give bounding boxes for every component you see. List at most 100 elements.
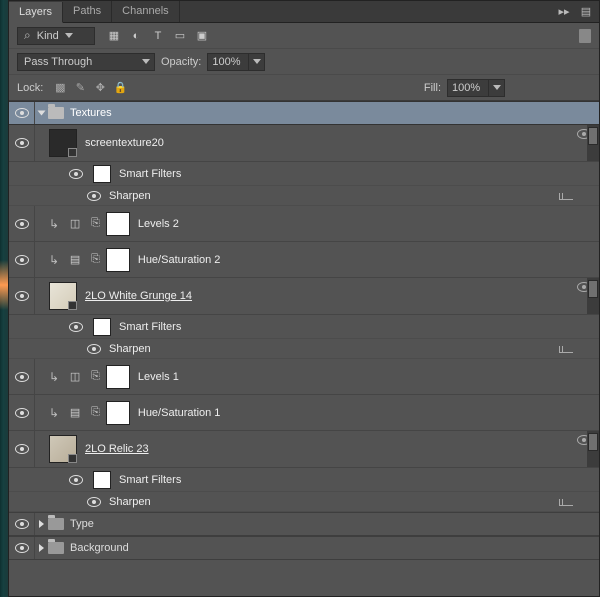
fill-label: Fill: (424, 82, 441, 94)
smart-filters-label: Smart Filters (119, 168, 181, 180)
clip-icon: ↳ (49, 370, 59, 384)
visibility-toggle[interactable] (69, 169, 83, 179)
visibility-toggle[interactable] (9, 278, 35, 314)
lock-label: Lock: (17, 82, 43, 94)
visibility-toggle[interactable] (9, 242, 35, 278)
visibility-toggle[interactable] (87, 191, 101, 201)
tab-layers[interactable]: Layers (9, 2, 63, 23)
layer-levels-2[interactable]: ↳ ◫ ⎘ Levels 2 (9, 206, 599, 242)
filter-shape-icon[interactable]: ▭ (173, 29, 187, 43)
group-textures[interactable]: Textures (9, 101, 599, 125)
lock-all-icon[interactable]: 🔒 (113, 81, 127, 95)
group-type[interactable]: Type (9, 512, 599, 536)
levels-icon: ◫ (65, 367, 85, 387)
disclosure-icon[interactable] (39, 520, 44, 528)
fill-input[interactable]: 100% (447, 79, 505, 97)
layer-name[interactable]: Hue/Saturation 2 (138, 254, 221, 266)
filter-type-icon[interactable]: T (151, 29, 165, 43)
layer-hue-saturation-1[interactable]: ↳ ▤ ⎘ Hue/Saturation 1 (9, 395, 599, 431)
group-background[interactable]: Background (9, 536, 599, 560)
filter-kind-dropdown[interactable]: Kind (17, 27, 95, 45)
lock-row: Lock: ▩ ✎ ✥ 🔒 Fill: 100% (9, 75, 599, 101)
visibility-toggle[interactable] (9, 102, 35, 124)
visibility-toggle[interactable] (9, 359, 35, 395)
layer-screentexture20[interactable]: screentexture20 (9, 125, 599, 162)
layer-hue-saturation-2[interactable]: ↳ ▤ ⎘ Hue/Saturation 2 (9, 242, 599, 278)
folder-icon (48, 107, 64, 119)
layer-name[interactable]: 2LO Relic 23 (85, 443, 149, 455)
smart-filters-row[interactable]: Smart Filters (9, 468, 599, 492)
layer-name[interactable]: Levels 1 (138, 371, 179, 383)
link-icon[interactable]: ⎘ (91, 370, 100, 383)
filter-sharpen[interactable]: Sharpen (9, 339, 599, 359)
filter-sharpen[interactable]: Sharpen (9, 186, 599, 206)
smart-filters-row[interactable]: Smart Filters (9, 315, 599, 339)
filter-pixel-icon[interactable]: ▦ (107, 29, 121, 43)
lock-position-icon[interactable]: ✥ (93, 81, 107, 95)
tab-channels[interactable]: Channels (112, 1, 179, 22)
group-name: Background (70, 542, 129, 554)
visibility-toggle[interactable] (9, 395, 35, 431)
group-name: Type (70, 518, 94, 530)
link-icon[interactable]: ⎘ (91, 217, 100, 230)
visibility-toggle[interactable] (69, 475, 83, 485)
filter-adjust-icon[interactable]: ◐ (129, 29, 143, 43)
scrollbar[interactable] (587, 125, 599, 161)
collapse-icon[interactable]: ▸▸ (557, 5, 571, 19)
opacity-input[interactable]: 100% (207, 53, 265, 71)
visibility-toggle[interactable] (9, 513, 35, 535)
layer-relic-23[interactable]: 2LO Relic 23 (9, 431, 599, 468)
tab-paths[interactable]: Paths (63, 1, 112, 22)
filter-name: Sharpen (109, 496, 151, 508)
scrollbar[interactable] (587, 278, 599, 314)
group-name: Textures (70, 107, 112, 119)
blend-mode-dropdown[interactable]: Pass Through (17, 53, 155, 71)
scrollbar[interactable] (587, 431, 599, 467)
mask-thumbnail[interactable] (106, 365, 130, 389)
mask-thumbnail[interactable] (106, 248, 130, 272)
visibility-toggle[interactable] (9, 206, 35, 242)
filter-smart-icon[interactable]: ▣ (195, 29, 209, 43)
panel-menu-icon[interactable]: ▤ (579, 5, 593, 19)
layer-thumbnail[interactable] (49, 282, 77, 310)
filter-mask-thumbnail[interactable] (93, 318, 111, 336)
clip-icon: ↳ (49, 253, 59, 267)
blend-options-icon[interactable] (559, 345, 573, 353)
smart-filters-row[interactable]: Smart Filters (9, 162, 599, 186)
layer-name[interactable]: Levels 2 (138, 218, 179, 230)
disclosure-icon[interactable] (38, 111, 46, 116)
visibility-toggle[interactable] (9, 125, 35, 161)
blend-options-icon[interactable] (559, 192, 573, 200)
lock-pixels-icon[interactable]: ✎ (73, 81, 87, 95)
layers-list: Textures screentexture20 Smart Filters S… (9, 101, 599, 596)
lock-transparent-icon[interactable]: ▩ (53, 81, 67, 95)
filter-mask-thumbnail[interactable] (93, 165, 111, 183)
disclosure-icon[interactable] (39, 544, 44, 552)
filter-mask-thumbnail[interactable] (93, 471, 111, 489)
mask-thumbnail[interactable] (106, 401, 130, 425)
mask-thumbnail[interactable] (106, 212, 130, 236)
filter-kind-label: Kind (37, 30, 59, 42)
smart-filters-label: Smart Filters (119, 321, 181, 333)
layer-levels-1[interactable]: ↳ ◫ ⎘ Levels 1 (9, 359, 599, 395)
clip-icon: ↳ (49, 406, 59, 420)
layer-thumbnail[interactable] (49, 435, 77, 463)
link-icon[interactable]: ⎘ (91, 406, 100, 419)
blend-row: Pass Through Opacity: 100% (9, 49, 599, 75)
layers-panel: Layers Paths Channels ▸▸ ▤ Kind ▦ ◐ T ▭ … (8, 0, 600, 597)
layer-name[interactable]: 2LO White Grunge 14 (85, 290, 192, 302)
visibility-toggle[interactable] (87, 497, 101, 507)
filter-sharpen[interactable]: Sharpen (9, 492, 599, 512)
link-icon[interactable]: ⎘ (91, 253, 100, 266)
blend-options-icon[interactable] (559, 498, 573, 506)
layer-white-grunge-14[interactable]: 2LO White Grunge 14 (9, 278, 599, 315)
visibility-toggle[interactable] (9, 431, 35, 467)
visibility-toggle[interactable] (69, 322, 83, 332)
filter-toggle-icon[interactable] (579, 29, 591, 43)
layer-name[interactable]: Hue/Saturation 1 (138, 407, 221, 419)
visibility-toggle[interactable] (9, 537, 35, 559)
visibility-toggle[interactable] (87, 344, 101, 354)
layer-thumbnail[interactable] (49, 129, 77, 157)
layer-name[interactable]: screentexture20 (85, 137, 164, 149)
clip-icon: ↳ (49, 217, 59, 231)
